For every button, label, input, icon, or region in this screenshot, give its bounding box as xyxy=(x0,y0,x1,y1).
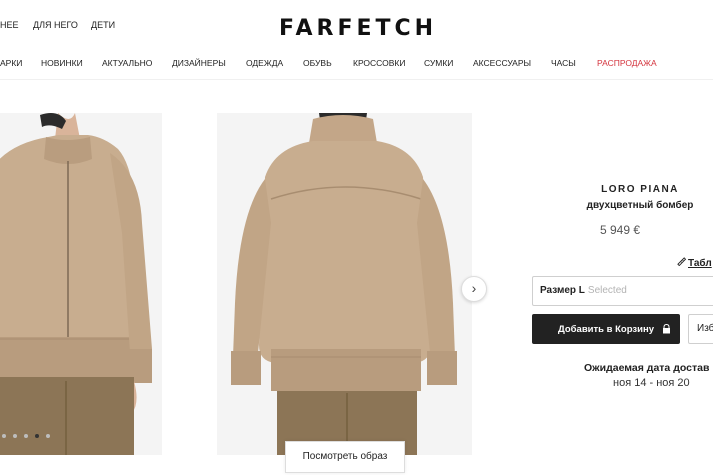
wishlist-button[interactable]: Изб xyxy=(688,314,713,344)
add-to-bag-label: Добавить в Корзину xyxy=(558,323,654,335)
category-item[interactable]: КРОССОВКИ xyxy=(353,58,405,68)
category-item[interactable]: АРКИ xyxy=(0,58,22,68)
product-price: 5 949 € xyxy=(599,223,641,237)
delivery-title: Ожидаемая дата достав xyxy=(584,362,710,374)
category-item[interactable]: АКСЕССУАРЫ xyxy=(473,58,531,68)
chevron-right-icon: › xyxy=(471,280,477,296)
gender-link-women[interactable]: НЕЕ xyxy=(0,20,19,30)
product-photo-front[interactable] xyxy=(0,113,162,455)
carousel-dot-active[interactable] xyxy=(35,434,39,438)
gender-link-kids[interactable]: ДЕТИ xyxy=(91,20,115,30)
model-front-illustration xyxy=(0,113,152,455)
carousel-dot[interactable] xyxy=(2,434,6,438)
next-image-button[interactable]: › xyxy=(461,276,487,302)
size-state: Selected xyxy=(587,285,627,296)
lock-icon xyxy=(663,324,670,334)
brand-name[interactable]: LORO PIANA xyxy=(540,184,713,195)
view-look-button[interactable]: Посмотреть образ xyxy=(285,441,405,473)
category-item-sale[interactable]: РАСПРОДАЖА xyxy=(597,58,657,68)
model-back-illustration xyxy=(231,113,457,455)
nav-divider xyxy=(0,79,713,80)
farfetch-logo[interactable]: FARFETCH xyxy=(279,16,433,41)
size-value: Размер L xyxy=(540,285,585,296)
product-photo-back[interactable] xyxy=(217,113,472,455)
category-item[interactable]: ДИЗАЙНЕРЫ xyxy=(172,58,226,68)
category-item[interactable]: СУМКИ xyxy=(424,58,453,68)
size-select[interactable]: Размер L Selected xyxy=(532,276,713,306)
add-to-bag-button[interactable]: Добавить в Корзину xyxy=(532,314,680,344)
category-item[interactable]: ОБУВЬ xyxy=(303,58,332,68)
category-item[interactable]: АКТУАЛЬНО xyxy=(102,58,152,68)
carousel-dots xyxy=(2,434,50,438)
size-guide-link[interactable]: Табл xyxy=(677,257,712,269)
carousel-dot[interactable] xyxy=(46,434,50,438)
delivery-dates: ноя 14 - ноя 20 xyxy=(613,377,690,389)
gender-link-men[interactable]: ДЛЯ НЕГО xyxy=(33,20,78,30)
carousel-dot[interactable] xyxy=(13,434,17,438)
category-item[interactable]: ЧАСЫ xyxy=(551,58,576,68)
product-name: двухцветный бомбер xyxy=(586,200,694,211)
category-item[interactable]: НОВИНКИ xyxy=(41,58,83,68)
size-guide-label: Табл xyxy=(688,258,712,269)
carousel-dot[interactable] xyxy=(24,434,28,438)
category-item[interactable]: ОДЕЖДА xyxy=(246,58,283,68)
ruler-icon xyxy=(677,257,687,267)
